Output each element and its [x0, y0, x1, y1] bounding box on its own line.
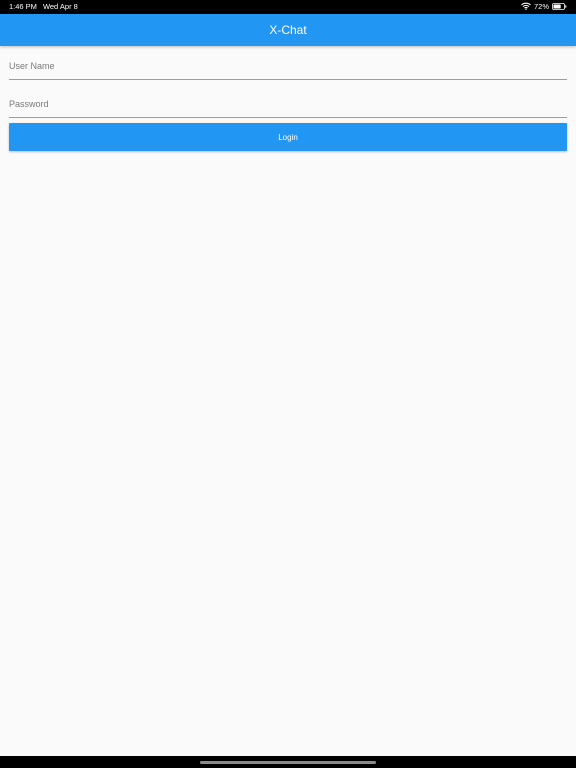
login-button[interactable]: Login	[9, 123, 567, 151]
status-right: 72%	[521, 2, 567, 12]
password-field[interactable]	[9, 90, 567, 118]
home-indicator[interactable]	[200, 761, 376, 764]
password-input[interactable]	[9, 90, 567, 117]
battery-fill	[553, 4, 561, 8]
app-bar: X-Chat	[0, 14, 576, 46]
status-left: 1:46 PM Wed Apr 8	[9, 3, 78, 11]
status-bar: 1:46 PM Wed Apr 8 72%	[0, 0, 576, 14]
battery-icon	[552, 2, 567, 12]
battery-percent: 72%	[533, 2, 549, 11]
app-title: X-Chat	[269, 23, 307, 37]
wifi-icon	[521, 2, 531, 12]
username-input[interactable]	[9, 52, 567, 79]
status-date: Wed Apr 8	[42, 2, 78, 11]
status-time: 1:46 PM	[9, 2, 37, 11]
username-field[interactable]	[9, 52, 567, 80]
bottom-bar	[0, 756, 576, 768]
